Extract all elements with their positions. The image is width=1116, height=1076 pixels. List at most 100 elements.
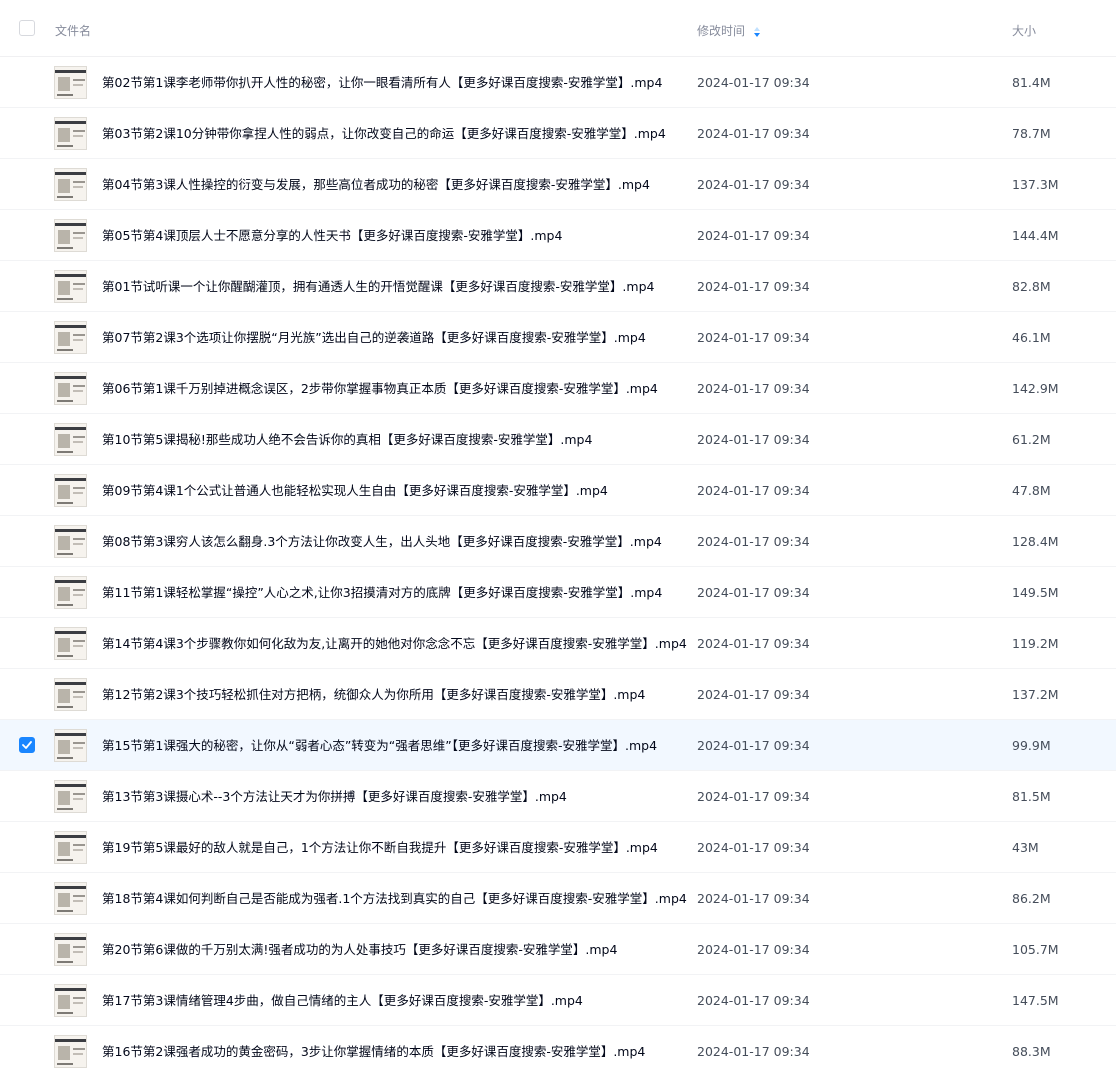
- file-size: 61.2M: [1012, 432, 1051, 447]
- file-size: 86.2M: [1012, 891, 1051, 906]
- file-row[interactable]: 第10节第5课揭秘!那些成功人绝不会告诉你的真相【更多好课百度搜索-安雅学堂】.…: [0, 414, 1116, 465]
- video-thumbnail-icon[interactable]: [54, 1035, 87, 1068]
- video-thumbnail-icon[interactable]: [54, 576, 87, 609]
- video-thumbnail-icon[interactable]: [54, 321, 87, 354]
- file-name[interactable]: 第05节第4课顶层人士不愿意分享的人性天书【更多好课百度搜索-安雅学堂】.mp4: [102, 210, 562, 261]
- file-name[interactable]: 第10节第5课揭秘!那些成功人绝不会告诉你的真相【更多好课百度搜索-安雅学堂】.…: [102, 414, 592, 465]
- file-size: 137.2M: [1012, 687, 1059, 702]
- file-row[interactable]: 第19节第5课最好的敌人就是自己，1个方法让你不断自我提升【更多好课百度搜索-安…: [0, 822, 1116, 873]
- file-size: 47.8M: [1012, 483, 1051, 498]
- file-row[interactable]: 第01节试听课一个让你醒醐灌顶，拥有通透人生的开悟觉醒课【更多好课百度搜索-安雅…: [0, 261, 1116, 312]
- file-name[interactable]: 第14节第4课3个步骤教你如何化敌为友,让离开的她他对你念念不忘【更多好课百度搜…: [102, 618, 687, 669]
- file-size: 105.7M: [1012, 942, 1059, 957]
- file-row[interactable]: 第11节第1课轻松掌握“操控”人心之术,让你3招摸清对方的底牌【更多好课百度搜索…: [0, 567, 1116, 618]
- column-header-modified-label: 修改时间: [697, 24, 746, 38]
- file-size: 137.3M: [1012, 177, 1059, 192]
- video-thumbnail-icon[interactable]: [54, 117, 87, 150]
- video-thumbnail-icon[interactable]: [54, 984, 87, 1017]
- row-checkbox[interactable]: [19, 737, 35, 753]
- file-row[interactable]: 第18节第4课如何判断自己是否能成为强者.1个方法找到真实的自己【更多好课百度搜…: [0, 873, 1116, 924]
- select-all-checkbox[interactable]: [19, 20, 35, 36]
- video-thumbnail-icon[interactable]: [54, 831, 87, 864]
- video-thumbnail-icon[interactable]: [54, 933, 87, 966]
- file-modified-time: 2024-01-17 09:34: [697, 636, 810, 651]
- file-modified-time: 2024-01-17 09:34: [697, 279, 810, 294]
- file-row[interactable]: 第05节第4课顶层人士不愿意分享的人性天书【更多好课百度搜索-安雅学堂】.mp4…: [0, 210, 1116, 261]
- file-name[interactable]: 第08节第3课穷人该怎么翻身.3个方法让你改变人生，出人头地【更多好课百度搜索-…: [102, 516, 662, 567]
- video-thumbnail-icon[interactable]: [54, 372, 87, 405]
- file-row[interactable]: 第15节第1课强大的秘密，让你从“弱者心态”转变为“强者思维”【更多好课百度搜索…: [0, 720, 1116, 771]
- file-row[interactable]: 第14节第4课3个步骤教你如何化敌为友,让离开的她他对你念念不忘【更多好课百度搜…: [0, 618, 1116, 669]
- file-size: 128.4M: [1012, 534, 1059, 549]
- file-size: 99.9M: [1012, 738, 1051, 753]
- file-name[interactable]: 第11节第1课轻松掌握“操控”人心之术,让你3招摸清对方的底牌【更多好课百度搜索…: [102, 567, 662, 618]
- file-name[interactable]: 第17节第3课情绪管理4步曲，做自己情绪的主人【更多好课百度搜索-安雅学堂】.m…: [102, 975, 583, 1026]
- file-name[interactable]: 第20节第6课做的千万别太满!强者成功的为人处事技巧【更多好课百度搜索-安雅学堂…: [102, 924, 617, 975]
- file-name[interactable]: 第15节第1课强大的秘密，让你从“弱者心态”转变为“强者思维”【更多好课百度搜索…: [102, 720, 657, 771]
- file-row[interactable]: 第13节第3课摄心术--3个方法让天才为你拼搏【更多好课百度搜索-安雅学堂】.m…: [0, 771, 1116, 822]
- file-row[interactable]: 第17节第3课情绪管理4步曲，做自己情绪的主人【更多好课百度搜索-安雅学堂】.m…: [0, 975, 1116, 1026]
- file-name[interactable]: 第16节第2课强者成功的黄金密码，3步让你掌握情绪的本质【更多好课百度搜索-安雅…: [102, 1026, 645, 1076]
- video-thumbnail-icon[interactable]: [54, 525, 87, 558]
- file-row[interactable]: 第03节第2课10分钟带你拿捏人性的弱点，让你改变自己的命运【更多好课百度搜索-…: [0, 108, 1116, 159]
- file-modified-time: 2024-01-17 09:34: [697, 483, 810, 498]
- file-name[interactable]: 第13节第3课摄心术--3个方法让天才为你拼搏【更多好课百度搜索-安雅学堂】.m…: [102, 771, 567, 822]
- file-size: 81.4M: [1012, 75, 1051, 90]
- file-modified-time: 2024-01-17 09:34: [697, 738, 810, 753]
- file-row[interactable]: 第08节第3课穷人该怎么翻身.3个方法让你改变人生，出人头地【更多好课百度搜索-…: [0, 516, 1116, 567]
- video-thumbnail-icon[interactable]: [54, 780, 87, 813]
- file-name[interactable]: 第07节第2课3个选项让你摆脱“月光族”选出自己的逆袭道路【更多好课百度搜索-安…: [102, 312, 646, 363]
- column-header-modified[interactable]: 修改时间: [697, 0, 761, 57]
- column-header-size[interactable]: 大小: [1012, 0, 1036, 57]
- video-thumbnail-icon[interactable]: [54, 678, 87, 711]
- file-size: 142.9M: [1012, 381, 1059, 396]
- file-row[interactable]: 第06节第1课千万别掉进概念误区，2步带你掌握事物真正本质【更多好课百度搜索-安…: [0, 363, 1116, 414]
- video-thumbnail-icon[interactable]: [54, 882, 87, 915]
- video-thumbnail-icon[interactable]: [54, 729, 87, 762]
- file-size: 43M: [1012, 840, 1039, 855]
- video-thumbnail-icon[interactable]: [54, 168, 87, 201]
- file-modified-time: 2024-01-17 09:34: [697, 75, 810, 90]
- file-row[interactable]: 第04节第3课人性操控的衍变与发展，那些高位者成功的秘密【更多好课百度搜索-安雅…: [0, 159, 1116, 210]
- column-header-name[interactable]: 文件名: [55, 0, 91, 57]
- file-name[interactable]: 第19节第5课最好的敌人就是自己，1个方法让你不断自我提升【更多好课百度搜索-安…: [102, 822, 658, 873]
- file-row[interactable]: 第07节第2课3个选项让你摆脱“月光族”选出自己的逆袭道路【更多好课百度搜索-安…: [0, 312, 1116, 363]
- file-name[interactable]: 第18节第4课如何判断自己是否能成为强者.1个方法找到真实的自己【更多好课百度搜…: [102, 873, 687, 924]
- file-modified-time: 2024-01-17 09:34: [697, 177, 810, 192]
- file-row[interactable]: 第20节第6课做的千万别太满!强者成功的为人处事技巧【更多好课百度搜索-安雅学堂…: [0, 924, 1116, 975]
- file-size: 119.2M: [1012, 636, 1059, 651]
- file-list-header: 文件名 修改时间 大小: [0, 0, 1116, 57]
- file-name[interactable]: 第03节第2课10分钟带你拿捏人性的弱点，让你改变自己的命运【更多好课百度搜索-…: [102, 108, 666, 159]
- file-name[interactable]: 第02节第1课李老师带你扒开人性的秘密，让你一眼看清所有人【更多好课百度搜索-安…: [102, 57, 662, 108]
- file-modified-time: 2024-01-17 09:34: [697, 381, 810, 396]
- video-thumbnail-icon[interactable]: [54, 270, 87, 303]
- file-row[interactable]: 第02节第1课李老师带你扒开人性的秘密，让你一眼看清所有人【更多好课百度搜索-安…: [0, 57, 1116, 108]
- file-name[interactable]: 第12节第2课3个技巧轻松抓住对方把柄，统御众人为你所用【更多好课百度搜索-安雅…: [102, 669, 645, 720]
- file-row[interactable]: 第09节第4课1个公式让普通人也能轻松实现人生自由【更多好课百度搜索-安雅学堂】…: [0, 465, 1116, 516]
- file-name[interactable]: 第06节第1课千万别掉进概念误区，2步带你掌握事物真正本质【更多好课百度搜索-安…: [102, 363, 658, 414]
- file-size: 81.5M: [1012, 789, 1051, 804]
- file-size: 46.1M: [1012, 330, 1051, 345]
- file-modified-time: 2024-01-17 09:34: [697, 942, 810, 957]
- file-modified-time: 2024-01-17 09:34: [697, 228, 810, 243]
- file-modified-time: 2024-01-17 09:34: [697, 1044, 810, 1059]
- file-modified-time: 2024-01-17 09:34: [697, 126, 810, 141]
- file-name[interactable]: 第04节第3课人性操控的衍变与发展，那些高位者成功的秘密【更多好课百度搜索-安雅…: [102, 159, 650, 210]
- file-modified-time: 2024-01-17 09:34: [697, 687, 810, 702]
- file-row[interactable]: 第16节第2课强者成功的黄金密码，3步让你掌握情绪的本质【更多好课百度搜索-安雅…: [0, 1026, 1116, 1076]
- file-rows: 第02节第1课李老师带你扒开人性的秘密，让你一眼看清所有人【更多好课百度搜索-安…: [0, 57, 1116, 1076]
- video-thumbnail-icon[interactable]: [54, 66, 87, 99]
- video-thumbnail-icon[interactable]: [54, 474, 87, 507]
- file-modified-time: 2024-01-17 09:34: [697, 534, 810, 549]
- file-modified-time: 2024-01-17 09:34: [697, 432, 810, 447]
- video-thumbnail-icon[interactable]: [54, 627, 87, 660]
- video-thumbnail-icon[interactable]: [54, 219, 87, 252]
- video-thumbnail-icon[interactable]: [54, 423, 87, 456]
- file-name[interactable]: 第01节试听课一个让你醒醐灌顶，拥有通透人生的开悟觉醒课【更多好课百度搜索-安雅…: [102, 261, 654, 312]
- file-size: 147.5M: [1012, 993, 1059, 1008]
- file-modified-time: 2024-01-17 09:34: [697, 330, 810, 345]
- file-name[interactable]: 第09节第4课1个公式让普通人也能轻松实现人生自由【更多好课百度搜索-安雅学堂】…: [102, 465, 608, 516]
- file-row[interactable]: 第12节第2课3个技巧轻松抓住对方把柄，统御众人为你所用【更多好课百度搜索-安雅…: [0, 669, 1116, 720]
- file-modified-time: 2024-01-17 09:34: [697, 840, 810, 855]
- sort-desc-icon[interactable]: [753, 26, 761, 38]
